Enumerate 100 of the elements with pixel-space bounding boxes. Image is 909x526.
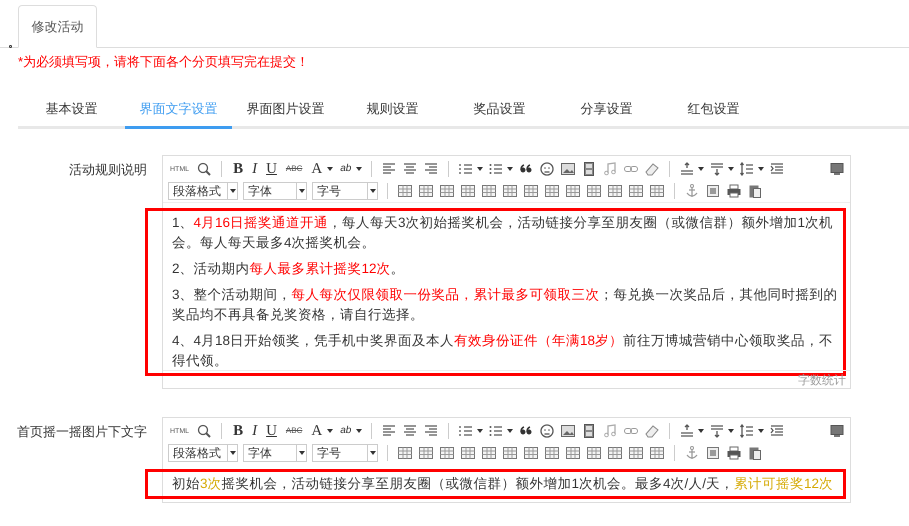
table-icon[interactable]: [460, 445, 476, 461]
strikethrough-button[interactable]: ABC: [284, 165, 304, 173]
highlight-button[interactable]: ab: [338, 426, 354, 436]
caret-icon[interactable]: [298, 189, 304, 193]
zoom-icon[interactable]: [196, 423, 212, 439]
table-icon[interactable]: [607, 445, 623, 461]
tab[interactable]: 基本设置: [18, 91, 125, 129]
anchor-icon[interactable]: [684, 445, 700, 461]
caret-icon[interactable]: [370, 189, 376, 193]
table-icon[interactable]: [565, 445, 581, 461]
tab[interactable]: 分享设置: [553, 91, 660, 129]
italic-button[interactable]: I: [250, 424, 260, 438]
dropdown[interactable]: 段落格式: [168, 182, 238, 200]
image-icon[interactable]: [560, 161, 576, 177]
table-icon[interactable]: [523, 183, 539, 199]
table-icon[interactable]: [418, 183, 434, 199]
caret-icon[interactable]: [728, 429, 734, 433]
picture-frame-icon[interactable]: [705, 183, 721, 199]
font-color-button[interactable]: A: [309, 162, 324, 176]
table-icon[interactable]: [607, 183, 623, 199]
zoom-icon[interactable]: [196, 161, 212, 177]
table-icon[interactable]: [544, 183, 560, 199]
table-icon[interactable]: [439, 183, 455, 199]
underline-button[interactable]: U: [264, 424, 279, 438]
bullet-list-icon[interactable]: [488, 423, 504, 439]
underline-button[interactable]: U: [264, 162, 279, 176]
table-icon[interactable]: [565, 183, 581, 199]
table-icon[interactable]: [460, 183, 476, 199]
line-height-icon[interactable]: [739, 161, 756, 177]
caret-icon[interactable]: [477, 167, 484, 171]
caret-icon[interactable]: [758, 167, 764, 171]
paragraph-spacing-icon[interactable]: [709, 161, 726, 177]
field-label: 活动规则说明: [68, 161, 147, 179]
table-icon[interactable]: [586, 183, 602, 199]
clipboard-icon[interactable]: [747, 445, 763, 461]
dropdown[interactable]: 字号: [312, 182, 378, 200]
table-icon[interactable]: [397, 445, 413, 461]
table-icon[interactable]: [649, 183, 665, 199]
table-icon[interactable]: [523, 445, 539, 461]
bullet-list-icon[interactable]: [488, 161, 504, 177]
dropdown[interactable]: 字体: [243, 444, 307, 462]
font-color-button[interactable]: A: [309, 424, 324, 438]
strikethrough-button[interactable]: ABC: [284, 427, 304, 435]
table-icon[interactable]: [628, 183, 644, 199]
clipboard-icon[interactable]: [747, 183, 763, 199]
paragraph-spacing-icon[interactable]: [709, 423, 726, 439]
numbered-list-icon[interactable]: [458, 423, 474, 439]
monitor-icon[interactable]: [829, 423, 845, 439]
caret-icon[interactable]: [327, 429, 334, 433]
caret-icon[interactable]: [230, 189, 236, 193]
numbered-list-icon[interactable]: [458, 161, 474, 177]
bold-button[interactable]: B: [231, 162, 246, 176]
caret-icon[interactable]: [356, 167, 362, 171]
row-spacing-icon[interactable]: [679, 161, 696, 177]
table-icon[interactable]: [544, 445, 560, 461]
line-height-icon[interactable]: [739, 423, 756, 439]
tab[interactable]: 修改活动: [18, 5, 97, 48]
dropdown[interactable]: 字号: [312, 444, 378, 462]
caret-icon[interactable]: [356, 429, 362, 433]
caret-icon[interactable]: [507, 429, 514, 433]
caret-icon[interactable]: [698, 429, 704, 433]
smiley-icon[interactable]: [539, 161, 556, 177]
printer-icon[interactable]: [726, 183, 742, 199]
picture-frame-icon[interactable]: [705, 445, 721, 461]
eraser-icon[interactable]: [644, 161, 660, 177]
monitor-icon[interactable]: [829, 161, 845, 177]
table-icon[interactable]: [481, 445, 497, 461]
tab[interactable]: 红包设置: [660, 91, 767, 129]
caret-icon[interactable]: [327, 167, 334, 171]
caret-icon[interactable]: [507, 167, 514, 171]
table-icon[interactable]: [586, 445, 602, 461]
row-spacing-icon[interactable]: [679, 423, 696, 439]
smiley-icon[interactable]: [539, 423, 556, 439]
caret-icon[interactable]: [758, 429, 764, 433]
table-icon[interactable]: [649, 445, 665, 461]
caret-icon[interactable]: [698, 167, 704, 171]
table-icon[interactable]: [397, 183, 413, 199]
tab[interactable]: 界面图片设置: [232, 91, 339, 129]
tab[interactable]: 奖品设置: [446, 91, 553, 129]
caret-icon[interactable]: [370, 451, 376, 455]
table-icon[interactable]: [628, 445, 644, 461]
printer-icon[interactable]: [726, 445, 742, 461]
caret-icon[interactable]: [728, 167, 734, 171]
table-icon[interactable]: [502, 183, 518, 199]
caret-icon[interactable]: [298, 451, 304, 455]
anchor-icon[interactable]: [684, 183, 700, 199]
eraser-icon[interactable]: [644, 423, 660, 439]
table-icon[interactable]: [502, 445, 518, 461]
image-icon[interactable]: [560, 423, 576, 439]
highlight-button[interactable]: ab: [338, 164, 354, 174]
dropdown[interactable]: 段落格式: [168, 444, 238, 462]
table-icon[interactable]: [481, 183, 497, 199]
italic-button[interactable]: I: [250, 162, 260, 176]
dropdown[interactable]: 字体: [243, 182, 307, 200]
caret-icon[interactable]: [477, 429, 484, 433]
bold-button[interactable]: B: [231, 424, 246, 438]
tab[interactable]: 规则设置: [339, 91, 446, 129]
table-icon[interactable]: [418, 445, 434, 461]
caret-icon[interactable]: [230, 451, 236, 455]
table-icon[interactable]: [439, 445, 455, 461]
